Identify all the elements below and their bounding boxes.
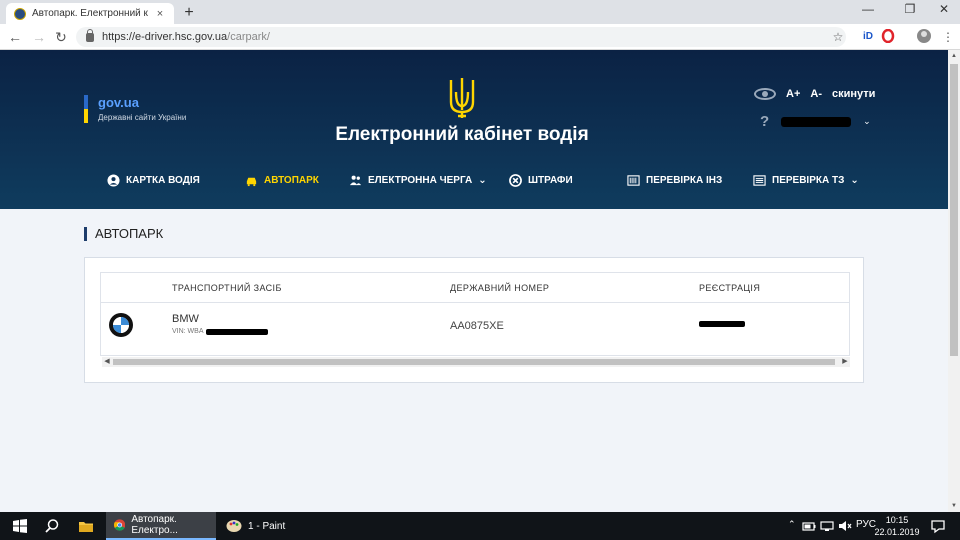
notifications-icon[interactable] — [930, 518, 946, 534]
nav-carpark[interactable]: АВТОПАРК — [245, 174, 319, 187]
vehicle-vin: VIN: WBA — [172, 328, 268, 335]
fines-badge-icon — [509, 174, 522, 187]
opera-extension-icon[interactable] — [880, 28, 896, 45]
taskbar-paint-app[interactable]: 1 - Paint — [218, 512, 293, 540]
close-window-button[interactable]: ✕ — [934, 2, 954, 16]
battery-icon[interactable] — [802, 520, 816, 532]
header-vehicle: ТРАНСПОРТНИЙ ЗАСІБ — [172, 283, 282, 293]
new-tab-button[interactable]: + — [180, 4, 198, 22]
reload-button[interactable]: ↻ — [52, 28, 70, 46]
vertical-scrollbar[interactable]: ▲ ▼ — [948, 50, 960, 512]
registration-redacted — [699, 321, 745, 327]
chrome-icon — [114, 519, 126, 531]
vehicle-make: BMW — [172, 313, 199, 325]
file-explorer-icon[interactable] — [78, 518, 94, 534]
scroll-thumb[interactable] — [113, 359, 835, 365]
browser-menu-icon[interactable]: ⋮ — [940, 29, 956, 45]
scroll-left-icon[interactable]: ◀ — [102, 357, 112, 367]
page-title: АВТОПАРК — [84, 227, 163, 241]
chevron-down-icon[interactable]: ⌄ — [863, 116, 871, 127]
extension-id-icon[interactable]: iD — [860, 29, 876, 45]
taskbar-chrome-app[interactable]: Автопарк. Електро... — [106, 512, 216, 540]
nav-label: ЕЛЕКТРОННА ЧЕРГА — [368, 175, 473, 186]
tab-close-icon[interactable]: × — [154, 8, 166, 20]
gov-ua-subtitle: Державні сайти України — [98, 113, 187, 122]
table-header: ТРАНСПОРТНИЙ ЗАСІБ ДЕРЖАВНИЙ НОМЕР РЕЄСТ… — [101, 273, 849, 303]
tray-overflow-icon[interactable]: ⌃ — [788, 519, 796, 530]
bookmark-star-icon[interactable]: ☆ — [830, 29, 846, 45]
site-title: Електронний кабінет водія — [335, 124, 589, 145]
horizontal-scrollbar[interactable]: ◀ ▶ — [102, 357, 850, 367]
vin-redacted — [205, 328, 268, 335]
gov-ua-logo[interactable]: gov.ua Державні сайти України — [84, 95, 187, 123]
document-list-icon — [753, 175, 766, 186]
nav-fines[interactable]: ШТРАФИ — [509, 174, 573, 187]
font-reset-button[interactable]: скинути — [832, 88, 875, 100]
nav-label: КАРТКА ВОДІЯ — [126, 175, 200, 186]
site-header: gov.ua Державні сайти України Електронни… — [0, 50, 948, 209]
taskbar-app-label: Автопарк. Електро... — [131, 514, 178, 536]
car-icon — [246, 177, 257, 187]
font-increase-button[interactable]: A+ — [786, 88, 800, 100]
forward-button[interactable]: → — [30, 28, 48, 46]
paint-palette-icon — [226, 520, 242, 532]
taskbar: Автопарк. Електро... 1 - Paint ⌃ РУС 10:… — [0, 512, 960, 540]
vin-prefix: VIN: WBA — [172, 328, 204, 335]
network-icon[interactable] — [820, 520, 834, 532]
lock-icon — [86, 28, 94, 42]
chevron-down-icon: ⌄ — [850, 175, 859, 186]
people-queue-icon — [349, 175, 362, 186]
user-menu[interactable]: ? ⌄ — [760, 113, 871, 130]
main-navigation: КАРТКА ВОДІЯ АВТОПАРК ЕЛЕКТРОННА ЧЕРГА ⌄… — [0, 174, 948, 194]
plate-number: AA0875XE — [450, 320, 504, 332]
clock-date: 22.01.2019 — [874, 527, 920, 537]
nav-label: ПЕРЕВІРКА ТЗ — [772, 175, 845, 186]
clock-time: 10:15 — [885, 515, 909, 525]
trident-favicon-icon — [14, 7, 26, 20]
scroll-thumb[interactable] — [950, 64, 958, 356]
font-decrease-button[interactable]: A- — [810, 88, 822, 100]
url-input[interactable]: https://e-driver.hsc.gov.ua/carpark/ — [76, 27, 846, 47]
scroll-right-icon[interactable]: ▶ — [840, 357, 850, 367]
taskbar-app-label: 1 - Paint — [248, 520, 286, 532]
browser-tab[interactable]: Автопарк. Електронний кабінет × — [6, 3, 174, 24]
address-bar-row: ← → ↻ https://e-driver.hsc.gov.ua/carpar… — [0, 24, 960, 50]
carpark-card: ТРАНСПОРТНИЙ ЗАСІБ ДЕРЖАВНИЙ НОМЕР РЕЄСТ… — [84, 257, 864, 383]
user-circle-icon — [107, 174, 120, 187]
nav-label: АВТОПАРК — [264, 175, 319, 186]
nav-label: ШТРАФИ — [528, 175, 573, 186]
accessibility-controls: A+ A- скинути — [754, 88, 875, 100]
barcode-icon — [627, 175, 640, 186]
browser-tab-bar: Автопарк. Електронний кабінет × + — ❐ ✕ — [0, 0, 960, 24]
tab-title: Автопарк. Електронний кабінет — [32, 8, 148, 19]
eye-icon[interactable] — [754, 88, 776, 100]
nav-check-vehicle[interactable]: ПЕРЕВІРКА ТЗ ⌄ — [753, 174, 859, 187]
scroll-down-icon[interactable]: ▼ — [948, 500, 960, 512]
bmw-logo-icon — [109, 313, 133, 337]
profile-avatar[interactable] — [916, 29, 932, 45]
nav-driver-card[interactable]: КАРТКА ВОДІЯ — [107, 174, 200, 187]
restore-button[interactable]: ❐ — [900, 2, 920, 16]
chevron-down-icon: ⌄ — [478, 175, 487, 186]
system-clock[interactable]: 10:15 22.01.2019 — [872, 514, 922, 538]
windows-start-icon[interactable] — [12, 518, 28, 534]
table-row[interactable]: BMW VIN: WBA AA0875XE — [101, 304, 849, 356]
vehicles-table: ТРАНСПОРТНИЙ ЗАСІБ ДЕРЖАВНИЙ НОМЕР РЕЄСТ… — [100, 272, 850, 367]
volume-muted-icon[interactable] — [838, 520, 852, 532]
url-path: /carpark/ — [227, 31, 270, 43]
trident-emblem-icon — [449, 78, 475, 118]
header-plate: ДЕРЖАВНИЙ НОМЕР — [450, 283, 550, 293]
help-icon[interactable]: ? — [760, 113, 769, 130]
url-host: https://e-driver.hsc.gov.ua — [102, 31, 228, 43]
minimize-button[interactable]: — — [858, 2, 878, 16]
scroll-up-icon[interactable]: ▲ — [948, 50, 960, 62]
user-name-redacted — [781, 116, 852, 127]
nav-check-inz[interactable]: ПЕРЕВІРКА ІНЗ — [627, 174, 722, 187]
nav-electronic-queue[interactable]: ЕЛЕКТРОННА ЧЕРГА ⌄ — [349, 174, 487, 187]
back-button[interactable]: ← — [6, 28, 24, 46]
search-icon[interactable] — [44, 518, 60, 534]
header-registration: РЕЄСТРАЦІЯ — [699, 283, 761, 293]
gov-ua-logo-text: gov.ua — [98, 95, 139, 110]
nav-label: ПЕРЕВІРКА ІНЗ — [646, 175, 723, 186]
